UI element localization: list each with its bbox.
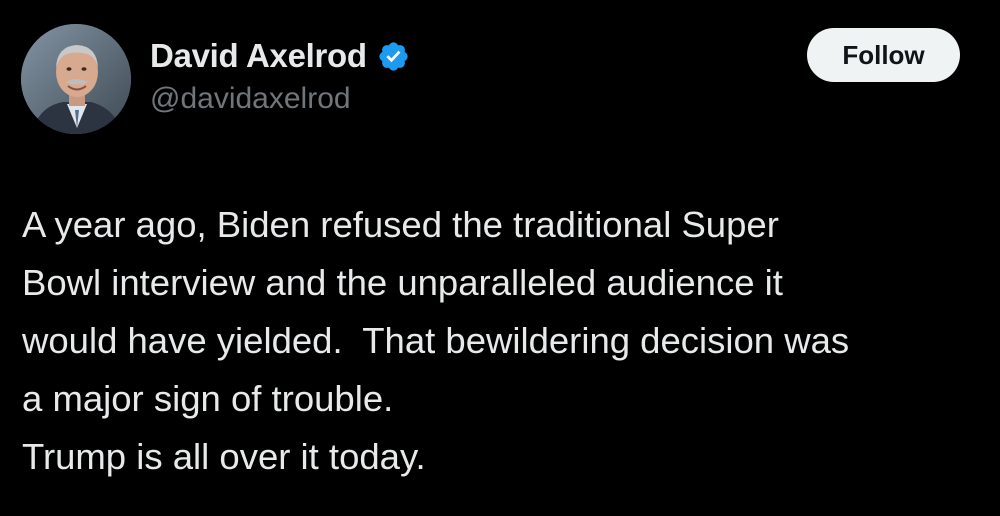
author-display-name[interactable]: David Axelrod: [150, 37, 367, 75]
verified-badge-icon[interactable]: [377, 40, 410, 73]
tweet-text-line: a major sign of trouble.: [22, 378, 394, 419]
tweet-text: A year ago, Biden refused the traditiona…: [22, 196, 992, 486]
tweet-card: David Axelrod @davidaxelrod Follow A yea…: [0, 0, 1000, 516]
follow-button[interactable]: Follow: [807, 28, 960, 82]
tweet-text-line: would have yielded. That bewildering dec…: [22, 320, 850, 361]
avatar-photo: [21, 24, 131, 134]
tweet-text-line: Bowl interview and the unparalleled audi…: [22, 262, 783, 303]
tweet-text-line: A year ago, Biden refused the traditiona…: [22, 204, 779, 245]
author-name-row: David Axelrod: [150, 34, 410, 78]
author-handle[interactable]: @davidaxelrod: [150, 82, 351, 116]
tweet-text-line: Trump is all over it today.: [22, 436, 426, 477]
avatar[interactable]: [21, 24, 131, 134]
